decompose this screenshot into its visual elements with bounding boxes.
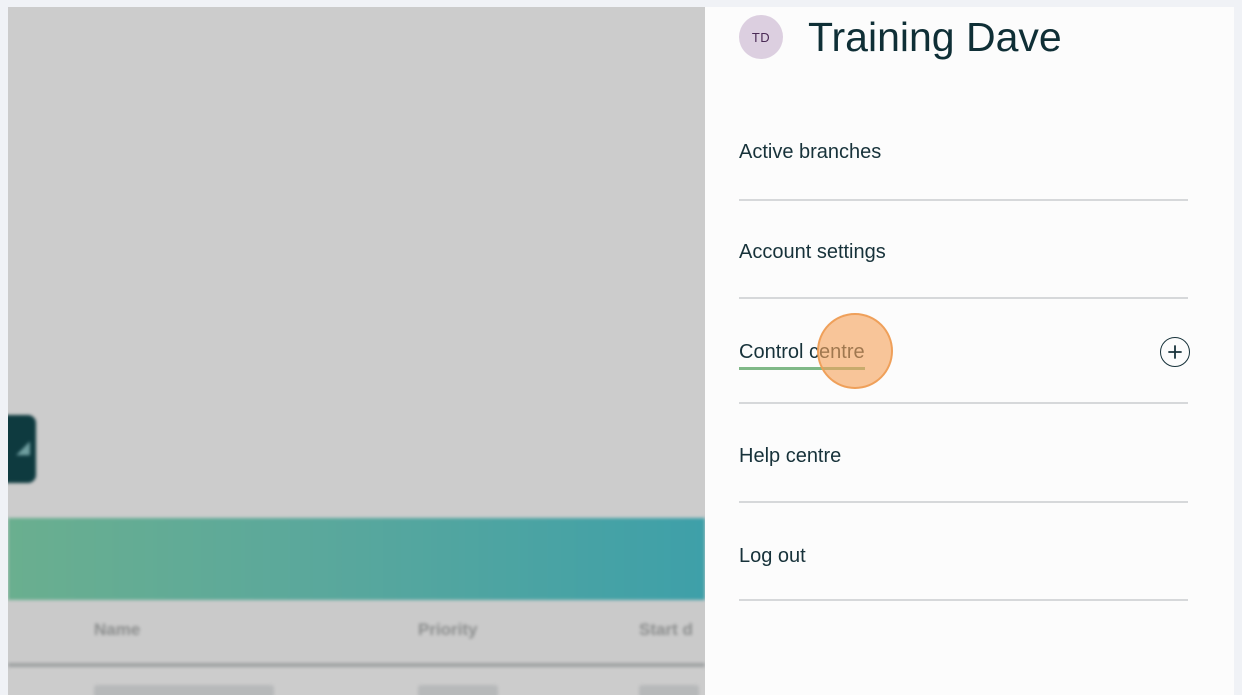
menu-item-label: Active branches xyxy=(739,141,882,163)
background-page-content: ◢ Name Priority Start d xyxy=(8,7,705,695)
menu-item-label: Control centre xyxy=(739,341,865,370)
menu-item-account-settings[interactable]: Account settings xyxy=(739,201,1188,299)
menu-item-log-out[interactable]: Log out xyxy=(739,503,1188,601)
background-page: ◢ Name Priority Start d xyxy=(8,7,705,695)
background-column-name: Name xyxy=(94,620,141,639)
background-column-start-date: Start d xyxy=(639,620,693,639)
user-menu: Active branches Account settings Control… xyxy=(739,103,1190,601)
menu-item-active-branches[interactable]: Active branches xyxy=(739,103,1188,201)
menu-item-label: Help centre xyxy=(739,445,842,467)
menu-item-label: Log out xyxy=(739,545,806,567)
background-table-divider xyxy=(8,663,705,667)
background-banner xyxy=(8,518,705,600)
user-header: TD Training Dave xyxy=(739,7,1062,67)
background-action-button: ◢ xyxy=(8,415,36,483)
avatar: TD xyxy=(739,15,783,59)
expand-control-centre-button[interactable] xyxy=(1160,337,1190,367)
background-column-priority: Priority xyxy=(418,620,478,639)
background-table-row-hint xyxy=(639,685,699,695)
user-name: Training Dave xyxy=(808,13,1062,60)
app-window: ◢ Name Priority Start d TD Training Dave… xyxy=(8,7,1234,695)
background-button-icon: ◢ xyxy=(16,437,30,457)
menu-item-control-centre[interactable]: Control centre xyxy=(739,299,1190,404)
background-table-row-hint xyxy=(418,685,498,695)
background-table-row-hint xyxy=(94,685,274,695)
menu-item-help-centre[interactable]: Help centre xyxy=(739,404,1188,503)
menu-item-label: Account settings xyxy=(739,241,886,263)
background-table-header: Name Priority Start d xyxy=(8,600,705,663)
user-menu-drawer: TD Training Dave Active branches Account… xyxy=(705,7,1234,695)
plus-circle-icon xyxy=(1168,345,1182,359)
